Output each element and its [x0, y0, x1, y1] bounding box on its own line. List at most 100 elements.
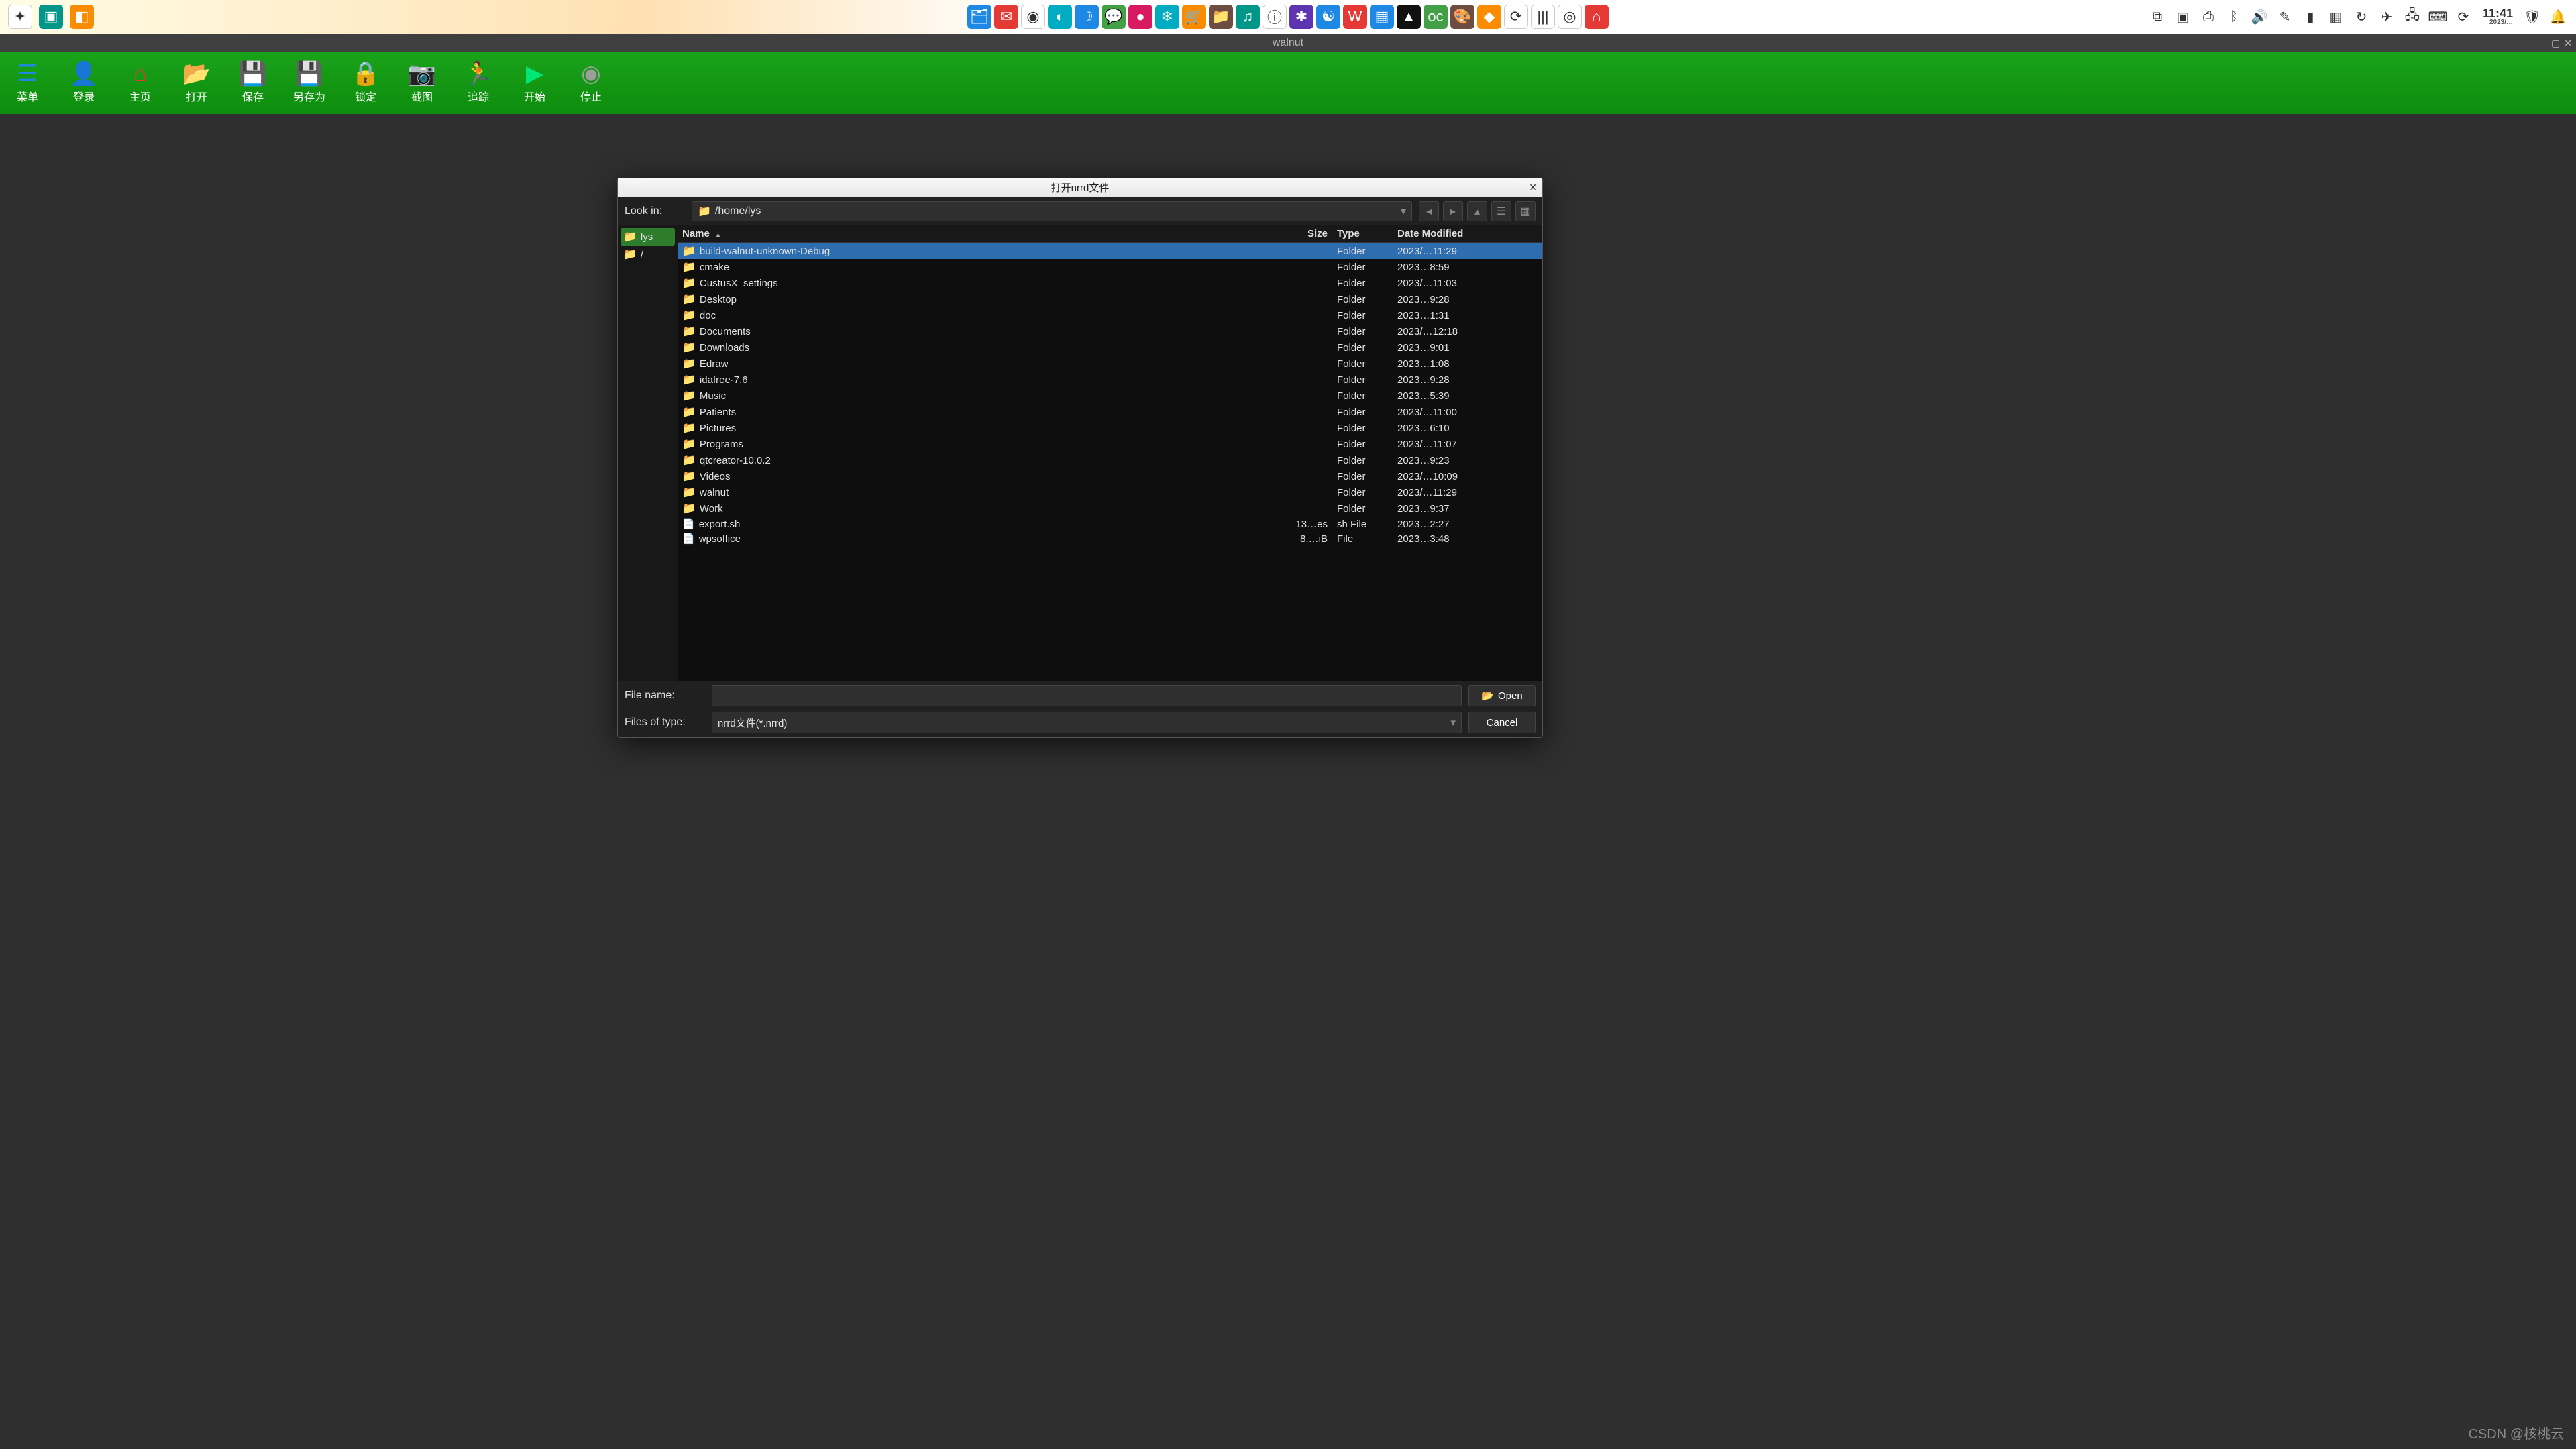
toolbar-button-login[interactable]: 👤 登录 — [66, 62, 102, 104]
toolbar-button-stop[interactable]: ◉ 停止 — [573, 62, 609, 104]
volume-icon[interactable]: 🔊 — [2249, 7, 2269, 27]
shield-icon[interactable]: 🛡 — [2522, 7, 2542, 27]
bluetooth-icon[interactable]: ᛒ — [2224, 7, 2244, 27]
file-row[interactable]: 📁walnutFolder2023/…11:29 — [678, 484, 1542, 500]
tray-icon[interactable]: ⌂ — [1585, 5, 1609, 29]
dialog-close-icon[interactable]: ✕ — [1529, 182, 1537, 193]
file-row[interactable]: 📁qtcreator-10.0.2Folder2023…9:23 — [678, 452, 1542, 468]
file-type: Folder — [1337, 407, 1397, 418]
tray-icon[interactable]: ☽ — [1075, 5, 1099, 29]
close-button[interactable]: ✕ — [2564, 38, 2572, 49]
view-detail-button[interactable]: ▦ — [1515, 201, 1536, 221]
view-list-button[interactable]: ☰ — [1491, 201, 1511, 221]
maximize-button[interactable]: ▢ — [2551, 38, 2560, 49]
filename-input[interactable] — [712, 685, 1462, 706]
notification-icon[interactable]: 🔔 — [2548, 7, 2568, 27]
refresh-icon[interactable]: ↻ — [2351, 7, 2371, 27]
column-date[interactable]: Date Modified — [1397, 228, 1538, 239]
toolbar-button-lock[interactable]: 🔒 锁定 — [347, 62, 384, 104]
keyboard-icon[interactable]: ⌨ — [2428, 7, 2448, 27]
column-size[interactable]: Size — [1256, 228, 1337, 239]
edit-icon[interactable]: ✎ — [2275, 7, 2295, 27]
column-name[interactable]: Name ▴ — [682, 228, 1256, 239]
indicator-icon[interactable]: ▦ — [2326, 7, 2346, 27]
file-row[interactable]: 📁MusicFolder2023…5:39 — [678, 388, 1542, 404]
toolbar-button-menu[interactable]: ☰ 菜单 — [9, 62, 46, 104]
loop-icon[interactable]: ⟳ — [2453, 7, 2473, 27]
terminal-icon[interactable]: ▣ — [39, 5, 63, 29]
minimize-button[interactable]: — — [2538, 38, 2547, 49]
launcher-icon[interactable]: ✦ — [8, 5, 32, 29]
toolbar-label: 开始 — [524, 88, 545, 104]
tray-icon[interactable]: ◆ — [1477, 5, 1501, 29]
toolbar-button-start[interactable]: ▶ 开始 — [517, 62, 553, 104]
tray-icon[interactable]: ◎ — [1558, 5, 1582, 29]
tray-icon[interactable]: 🛒 — [1182, 5, 1206, 29]
nav-up-button[interactable]: ▴ — [1467, 201, 1487, 221]
toolbar-button-saveas[interactable]: 💾 另存为 — [291, 62, 327, 104]
nav-back-button[interactable]: ◂ — [1419, 201, 1439, 221]
nav-forward-button[interactable]: ▸ — [1443, 201, 1463, 221]
indicator-icon[interactable]: ⧉ — [2147, 7, 2167, 27]
file-row[interactable]: 📁cmakeFolder2023…8:59 — [678, 259, 1542, 275]
file-row[interactable]: 📁WorkFolder2023…9:37 — [678, 500, 1542, 517]
clock[interactable]: 11:41 2023/… — [2483, 7, 2513, 26]
tray-icon[interactable]: ⓘ — [1263, 5, 1287, 29]
file-row[interactable]: 📁idafree-7.6Folder2023…9:28 — [678, 372, 1542, 388]
tray-icon[interactable]: ✉ — [994, 5, 1018, 29]
file-row[interactable]: 📄wpsoffice8.…iBFile2023…3:48 — [678, 531, 1542, 546]
app-icon[interactable]: ◧ — [70, 5, 94, 29]
paraview-icon[interactable]: ||| — [1531, 5, 1555, 29]
sidebar-item-home[interactable]: 📁 lys — [621, 228, 675, 246]
toolbar-button-open[interactable]: 📂 打开 — [178, 62, 215, 104]
file-row[interactable]: 📁docFolder2023…1:31 — [678, 307, 1542, 323]
tray-icon[interactable]: ✱ — [1289, 5, 1313, 29]
tray-icon[interactable]: ♫ — [1236, 5, 1260, 29]
folder-open-icon: 📂 — [182, 62, 211, 85]
tray-icon[interactable]: 🗂 — [967, 5, 991, 29]
column-type[interactable]: Type — [1337, 228, 1397, 239]
file-list-rows[interactable]: 📁build-walnut-unknown-DebugFolder2023/…1… — [678, 243, 1542, 681]
file-icon: 📄 — [682, 533, 695, 545]
file-row[interactable]: 📁CustusX_settingsFolder2023/…11:03 — [678, 275, 1542, 291]
file-row[interactable]: 📁EdrawFolder2023…1:08 — [678, 356, 1542, 372]
tray-icon[interactable]: ▲ — [1397, 5, 1421, 29]
open-button[interactable]: 📂 Open — [1468, 685, 1536, 706]
plane-icon[interactable]: ✈ — [2377, 7, 2397, 27]
filetype-combo[interactable]: nrrd文件(*.nrrd) ▾ — [712, 712, 1462, 733]
edge-icon[interactable]: ◐ — [1048, 5, 1072, 29]
tray-icon[interactable]: oc — [1424, 5, 1448, 29]
cancel-button[interactable]: Cancel — [1468, 712, 1536, 733]
toolbar-button-track[interactable]: 🏃 追踪 — [460, 62, 496, 104]
file-row[interactable]: 📁ProgramsFolder2023/…11:07 — [678, 436, 1542, 452]
toolbar-button-home[interactable]: ⌂ 主页 — [122, 62, 158, 104]
path-combo[interactable]: 📁 /home/lys ▾ — [692, 201, 1412, 221]
file-row[interactable]: 📁PicturesFolder2023…6:10 — [678, 420, 1542, 436]
wps-icon[interactable]: W — [1343, 5, 1367, 29]
dialog-titlebar[interactable]: 打开nrrd文件 ✕ — [618, 178, 1542, 197]
indicator-icon[interactable]: ⎙ — [2198, 7, 2218, 27]
folder-icon: 📁 — [623, 248, 637, 261]
wechat-icon[interactable]: 💬 — [1102, 5, 1126, 29]
tray-icon[interactable]: ● — [1128, 5, 1152, 29]
tray-icon[interactable]: 🎨 — [1450, 5, 1474, 29]
file-row[interactable]: 📁DownloadsFolder2023…9:01 — [678, 339, 1542, 356]
file-row[interactable]: 📁VideosFolder2023/…10:09 — [678, 468, 1542, 484]
battery-icon[interactable]: ▮ — [2300, 7, 2320, 27]
chrome-icon[interactable]: ◉ — [1021, 5, 1045, 29]
tray-icon[interactable]: 📁 — [1209, 5, 1233, 29]
tray-icon[interactable]: ▦ — [1370, 5, 1394, 29]
toolbar-button-save[interactable]: 💾 保存 — [235, 62, 271, 104]
tray-icon[interactable]: ❄ — [1155, 5, 1179, 29]
file-row[interactable]: 📁DocumentsFolder2023/…12:18 — [678, 323, 1542, 339]
indicator-icon[interactable]: ▣ — [2173, 7, 2193, 27]
file-row[interactable]: 📁build-walnut-unknown-DebugFolder2023/…1… — [678, 243, 1542, 259]
network-icon[interactable]: 🖧 — [2402, 7, 2422, 27]
file-row[interactable]: 📁PatientsFolder2023/…11:00 — [678, 404, 1542, 420]
tray-icon[interactable]: ☯ — [1316, 5, 1340, 29]
sidebar-item-root[interactable]: 📁 / — [621, 246, 675, 263]
file-row[interactable]: 📄export.sh13…essh File2023…2:27 — [678, 517, 1542, 531]
tray-icon[interactable]: ⟳ — [1504, 5, 1528, 29]
toolbar-button-screenshot[interactable]: 📷 截图 — [404, 62, 440, 104]
file-row[interactable]: 📁DesktopFolder2023…9:28 — [678, 291, 1542, 307]
